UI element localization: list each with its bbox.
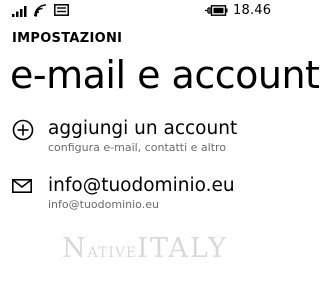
account-item[interactable]: info@tuodominio.eu info@tuodominio.eu (0, 175, 273, 215)
watermark-n: N (62, 233, 88, 264)
clock: 18.46 (233, 3, 272, 18)
watermark-italy: ITALY (137, 233, 228, 264)
add-account-subtitle: configura e-mail, contatti e altro (48, 141, 227, 154)
watermark-ative: ATIVE (87, 245, 138, 261)
watermark: NATIVEITALY (62, 233, 228, 264)
add-circle-icon (12, 119, 34, 141)
section-title: IMPOSTAZIONI (12, 31, 123, 46)
account-title: info@tuodominio.eu (48, 175, 235, 196)
add-account-item[interactable]: aggiungi un account configura e-mail, co… (0, 118, 273, 158)
account-subtitle: info@tuodominio.eu (48, 198, 159, 211)
mail-icon (12, 179, 32, 193)
wifi-icon (34, 4, 47, 17)
status-bar: 18.46 (0, 0, 273, 20)
battery-charging-icon (205, 5, 228, 16)
signal-bars-icon (12, 6, 27, 17)
add-account-title: aggiungi un account (48, 118, 238, 139)
message-icon (54, 4, 69, 16)
page-title: e-mail e account (10, 53, 320, 97)
